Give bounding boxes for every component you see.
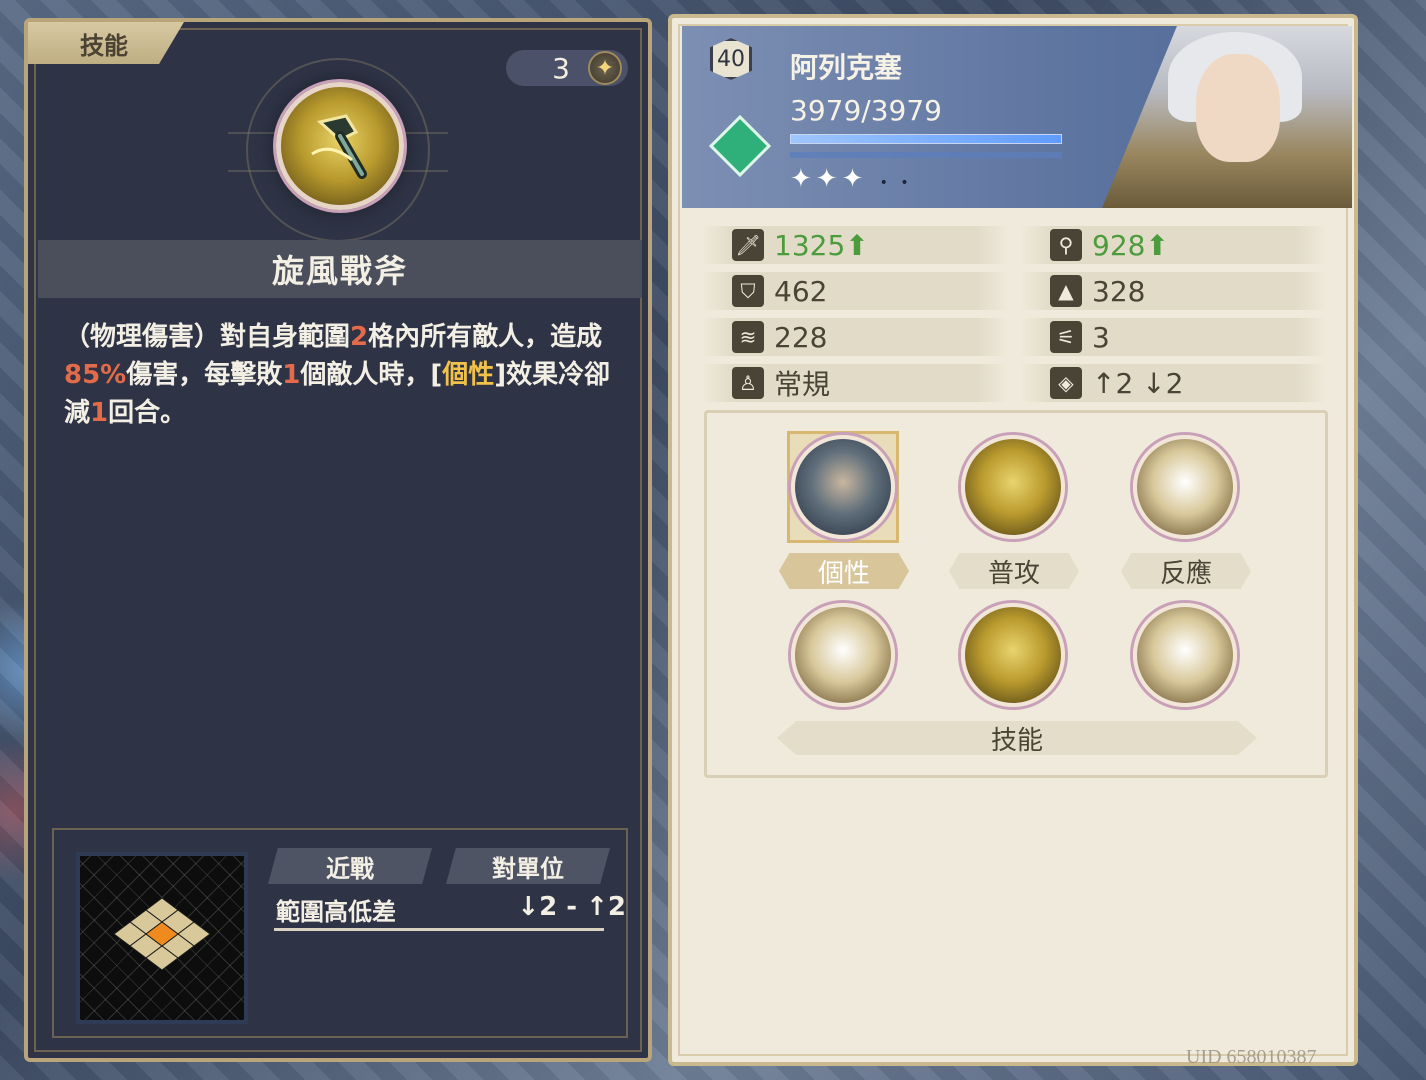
hp-value: 3979/3979 [790, 94, 942, 127]
diamond-star-icon: ✦ [588, 51, 622, 85]
skill-tab-label: 技能 [80, 31, 128, 60]
stat-magic-attack-value: 928⬆ [1092, 228, 1169, 262]
skill-detail-panel: 技能 3 ✦ 旋風戰斧 （物理傷害）對自身範圍2格內所有敵人，造成 85%傷害，每… [24, 18, 652, 1062]
desc-range-number: 2 [350, 322, 369, 352]
stat-unit-type: ♙ 常規 [702, 364, 1008, 402]
skill-ice-axe-icon[interactable] [1133, 603, 1237, 707]
height-diff-value: ↓2 - ↑2 [517, 892, 626, 922]
skills-label: 技能 [777, 721, 1257, 755]
wizard-hat-icon: ▲ [1050, 275, 1082, 307]
desc-kill-count: 1 [282, 360, 301, 390]
hp-bar-fill [791, 135, 1061, 143]
level-badge: 40 [710, 38, 752, 80]
reaction-label[interactable]: 反應 [1121, 553, 1251, 589]
stat-movement-value: 3 [1092, 320, 1110, 354]
boot-icon: ⚟ [1050, 321, 1082, 353]
skill-description: （物理傷害）對自身範圍2格內所有敵人，造成85%傷害，每擊敗1個敵人時，[個性]… [64, 318, 624, 432]
stat-movement: ⚟ 3 [1020, 318, 1326, 356]
jump-icon: ◈ [1050, 367, 1082, 399]
stat-technique-value: 228 [774, 320, 828, 354]
height-diff-label: 範圍高低差 [276, 898, 396, 926]
character-header: 40 阿列克塞 3979/3979 ✦✦✦ • • [682, 26, 1352, 208]
height-diff-underline [274, 928, 604, 931]
stat-defense: ⛉ 462 [702, 272, 1008, 310]
normal-attack-axe-icon[interactable] [961, 435, 1065, 539]
range-pattern [113, 897, 211, 971]
desc-text-4: 個敵人時，[ [300, 360, 443, 390]
skill-name: 旋風戰斧 [38, 240, 642, 298]
staff-icon: ⚲ [1050, 229, 1082, 261]
character-portrait [1102, 26, 1352, 208]
normal-attack-label[interactable]: 普攻 [949, 553, 1079, 589]
desc-cooldown-number: 1 [90, 398, 109, 428]
class-emblem-icon [708, 114, 772, 178]
stat-attack: 🗡 1325⬆ [702, 226, 1008, 264]
desc-text-2: 格內所有敵人，造成 [368, 322, 603, 352]
shield-icon: ⛉ [732, 275, 764, 307]
rank-stars: ✦✦✦ • • [790, 164, 913, 194]
empty-star-dots: • • [879, 175, 913, 191]
range-grid-diagram [76, 852, 248, 1024]
portrait-face [1196, 54, 1280, 162]
star-icon: ✦✦✦ [790, 164, 868, 194]
sword-icon: 🗡 [732, 229, 764, 261]
desc-text-1: （物理傷害）對自身範圍 [64, 322, 351, 352]
skill-range-box: 近戰 對單位 範圍高低差 ↓2 - ↑2 [52, 828, 628, 1038]
character-name: 阿列克塞 [790, 51, 903, 84]
melee-tag: 近戰 [268, 848, 432, 884]
stat-jump-value: ↑2 ↓2 [1092, 366, 1184, 400]
stat-attack-value: 1325⬆ [774, 228, 869, 262]
desc-text-3: 傷害，每擊敗 [126, 360, 283, 390]
stat-magic-attack: ⚲ 928⬆ [1020, 226, 1326, 264]
uid-watermark: UID 658010387 [1186, 1046, 1317, 1068]
unit-type-icon: ♙ [732, 367, 764, 399]
stat-jump: ◈ ↑2 ↓2 [1020, 364, 1326, 402]
claw-icon: ≋ [732, 321, 764, 353]
whirlwind-axe-icon [276, 82, 404, 210]
ability-box: 個性 普攻 反應 技能 [704, 410, 1328, 778]
character-status-panel: 40 阿列克塞 3979/3979 ✦✦✦ • • 🗡 1325⬆ ⚲ 928⬆… [668, 14, 1358, 1066]
skill-slash-icon[interactable] [791, 603, 895, 707]
desc-trait-keyword[interactable]: 個性 [442, 360, 494, 390]
target-type-tag: 對單位 [446, 848, 610, 884]
reaction-axe-icon[interactable] [1133, 435, 1237, 539]
stat-technique: ≋ 228 [702, 318, 1008, 356]
trait-claw-icon[interactable] [791, 435, 895, 539]
desc-damage-percent: 85% [64, 360, 127, 390]
skill-cost-badge: 3 ✦ [506, 50, 628, 86]
stat-magic-defense-value: 328 [1092, 274, 1146, 308]
stat-magic-defense: ▲ 328 [1020, 272, 1326, 310]
desc-text-6: 回合。 [108, 398, 187, 428]
hp-bar [790, 134, 1062, 144]
skill-whirlwind-axe-icon[interactable] [961, 603, 1065, 707]
stat-defense-value: 462 [774, 274, 828, 308]
axe-glyph [311, 114, 367, 179]
stat-unit-type-value: 常規 [774, 368, 831, 401]
skill-tab[interactable]: 技能 [28, 22, 184, 64]
skill-cost-value: 3 [552, 51, 570, 85]
trait-label[interactable]: 個性 [779, 553, 909, 589]
secondary-bar [790, 152, 1062, 158]
